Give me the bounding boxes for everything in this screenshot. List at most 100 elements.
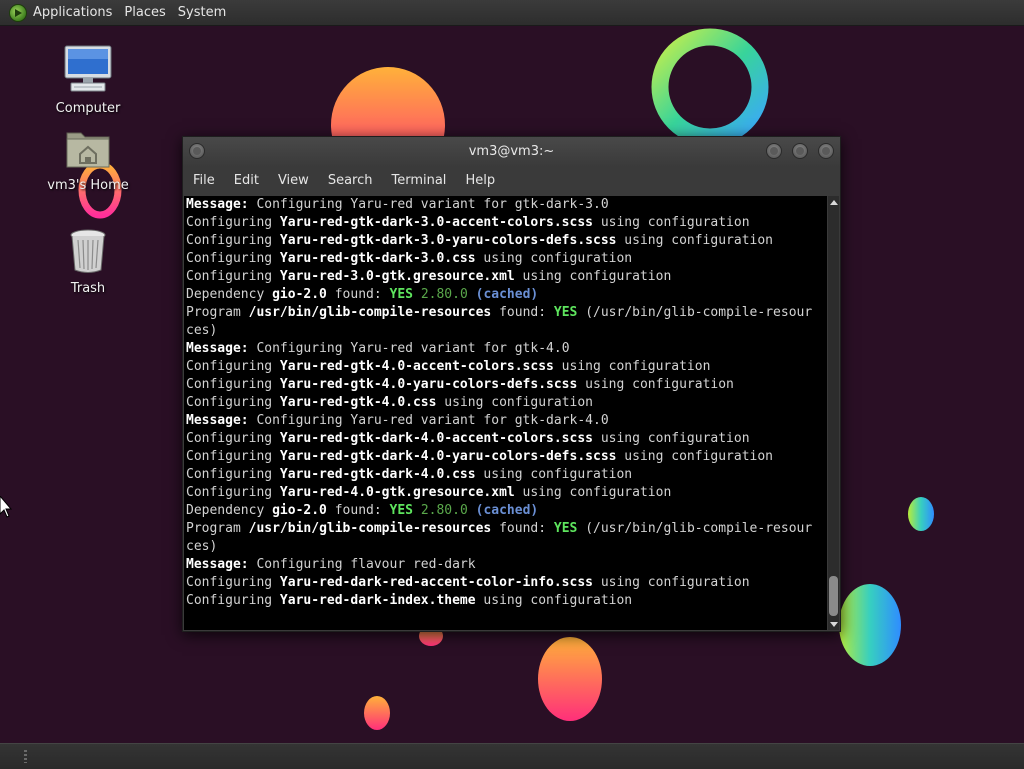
terminal-line: Configuring Yaru-red-gtk-4.0-accent-colo… — [184, 358, 827, 376]
terminal-text-segment: /usr/bin/glib-compile-resources — [248, 521, 492, 536]
menu-edit[interactable]: Edit — [224, 167, 268, 195]
menu-help[interactable]: Help — [455, 167, 504, 195]
terminal-text-segment: using configuration — [475, 251, 633, 266]
terminal-line: ces) — [184, 322, 827, 340]
menu-view[interactable]: View — [268, 167, 318, 195]
terminal-text-segment: Configuring — [186, 449, 280, 464]
terminal-text-segment: Yaru-red-gtk-dark-3.0.css — [279, 251, 476, 266]
desktop-icon-label: Trash — [70, 281, 106, 296]
terminal-window[interactable]: vm3@vm3:~ File Edit View Search Terminal… — [182, 136, 841, 632]
terminal-text-segment: Configuring — [186, 251, 280, 266]
terminal-text-segment: /usr/bin/glib-compile-resources — [248, 305, 492, 320]
panel-grip-handle[interactable] — [24, 750, 27, 763]
terminal-text-segment: Program — [186, 521, 249, 536]
window-titlebar[interactable]: vm3@vm3:~ — [183, 137, 840, 167]
terminal-text-segment: ces) — [186, 539, 218, 554]
terminal-text-segment: Configuring Yaru-red variant for gtk-dar… — [248, 413, 609, 428]
terminal-text-segment: Configuring — [186, 575, 280, 590]
terminal-text-segment: Yaru-red-3.0-gtk.gresource.xml — [279, 269, 515, 284]
terminal-text-segment: using configuration — [616, 449, 774, 464]
terminal-text-segment: Yaru-red-gtk-4.0.css — [279, 395, 437, 410]
terminal-line: Program /usr/bin/glib-compile-resources … — [184, 520, 827, 538]
terminal-line: Message: Configuring flavour red-dark — [184, 556, 827, 574]
top-panel: Applications Places System — [0, 0, 1024, 26]
terminal-text-segment: Program — [186, 305, 249, 320]
terminal-text-segment: using configuration — [593, 575, 750, 590]
scroll-down-arrow-icon[interactable] — [830, 622, 838, 627]
terminal-text-segment: Configuring — [186, 593, 280, 608]
terminal-text-segment: using configuration — [475, 467, 633, 482]
terminal-line: Configuring Yaru-red-gtk-dark-3.0-yaru-c… — [184, 232, 827, 250]
menu-terminal[interactable]: Terminal — [381, 167, 455, 195]
terminal-text-segment: using configuration — [514, 485, 672, 500]
terminal-line: Message: Configuring Yaru-red variant fo… — [184, 412, 827, 430]
terminal-text-segment: 2.80.0 — [420, 287, 468, 302]
desktop-icon-computer[interactable]: Computer — [38, 44, 138, 116]
terminal-text-segment: Dependency — [186, 287, 273, 302]
terminal-line: Configuring Yaru-red-4.0-gtk.gresource.x… — [184, 484, 827, 502]
menu-applications[interactable]: Applications — [33, 0, 119, 25]
terminal-line: Configuring Yaru-red-dark-index.theme us… — [184, 592, 827, 610]
terminal-text-segment: found: — [491, 305, 554, 320]
terminal-text-segment: using configuration — [593, 215, 750, 230]
desktop-icon-home[interactable]: vm3's Home — [38, 127, 138, 193]
terminal-text-segment: Configuring Yaru-red variant for gtk-dar… — [248, 197, 609, 212]
minimize-button[interactable] — [766, 143, 782, 159]
applications-menu-icon[interactable] — [9, 3, 27, 22]
scroll-up-arrow-icon[interactable] — [830, 200, 838, 205]
terminal-text-segment: YES — [389, 287, 413, 302]
desktop-icon-label: vm3's Home — [47, 178, 129, 193]
terminal-text-segment: Configuring — [186, 233, 280, 248]
terminal-scrollbar[interactable] — [828, 196, 839, 630]
terminal-text-segment: using configuration — [577, 377, 734, 392]
trash-icon — [70, 229, 106, 273]
terminal-line: ces) — [184, 538, 827, 556]
terminal-line: Configuring Yaru-red-gtk-dark-3.0-accent… — [184, 214, 827, 232]
terminal-line: Configuring Yaru-red-gtk-dark-3.0.css us… — [184, 250, 827, 268]
mouse-pointer-icon — [0, 496, 12, 518]
terminal-text-segment: found: — [491, 521, 554, 536]
terminal-text-segment: using configuration — [514, 269, 672, 284]
terminal-text-segment: found: — [326, 503, 390, 518]
terminal-text-segment: using configuration — [553, 359, 711, 374]
terminal-text-segment: YES — [389, 503, 413, 518]
scrollbar-thumb[interactable] — [829, 576, 838, 616]
terminal-text-segment: Yaru-red-gtk-dark-4.0-yaru-colors-defs.s… — [279, 449, 617, 464]
maximize-button[interactable] — [792, 143, 808, 159]
terminal-text-segment: Configuring — [186, 467, 280, 482]
menu-places[interactable]: Places — [119, 0, 172, 25]
terminal-text-segment: using configuration — [593, 431, 750, 446]
terminal-output[interactable]: Message: Configuring Yaru-red variant fo… — [184, 196, 827, 630]
terminal-line: Program /usr/bin/glib-compile-resources … — [184, 304, 827, 322]
terminal-text-segment: YES — [553, 305, 578, 320]
terminal-line: Configuring Yaru-red-gtk-dark-4.0.css us… — [184, 466, 827, 484]
terminal-text-segment: gio-2.0 — [272, 503, 327, 518]
terminal-text-segment: Configuring — [186, 485, 280, 500]
close-button[interactable] — [818, 143, 834, 159]
terminal-line: Configuring Yaru-red-dark-red-accent-col… — [184, 574, 827, 592]
terminal-text-segment: Yaru-red-gtk-4.0-yaru-colors-defs.scss — [279, 377, 578, 392]
terminal-text-segment: Message: — [186, 413, 249, 428]
menu-file[interactable]: File — [183, 167, 224, 195]
terminal-text-segment: Configuring Yaru-red variant for gtk-4.0 — [248, 341, 570, 356]
bottom-panel — [0, 743, 1024, 769]
terminal-line: Dependency gio-2.0 found: YES 2.80.0 (ca… — [184, 286, 827, 304]
terminal-text-segment: Configuring flavour red-dark — [248, 557, 476, 572]
terminal-text-segment: Yaru-red-4.0-gtk.gresource.xml — [279, 485, 515, 500]
terminal-text-segment: Yaru-red-gtk-dark-4.0.css — [279, 467, 476, 482]
menu-system[interactable]: System — [173, 0, 233, 25]
terminal-line: Configuring Yaru-red-gtk-dark-4.0-accent… — [184, 430, 827, 448]
terminal-text-segment: gio-2.0 — [272, 287, 327, 302]
terminal-line: Configuring Yaru-red-3.0-gtk.gresource.x… — [184, 268, 827, 286]
terminal-text-segment: Message: — [186, 197, 249, 212]
desktop-icon-trash[interactable]: Trash — [38, 228, 138, 296]
terminal-menubar: File Edit View Search Terminal Help — [183, 167, 840, 195]
terminal-text-segment: 2.80.0 — [420, 503, 468, 518]
terminal-text-segment: using configuration — [616, 233, 774, 248]
terminal-text-segment: Yaru-red-dark-red-accent-color-info.scss — [279, 575, 593, 590]
home-folder-icon — [66, 132, 110, 168]
terminal-line: Configuring Yaru-red-gtk-4.0-yaru-colors… — [184, 376, 827, 394]
menu-search[interactable]: Search — [318, 167, 382, 195]
